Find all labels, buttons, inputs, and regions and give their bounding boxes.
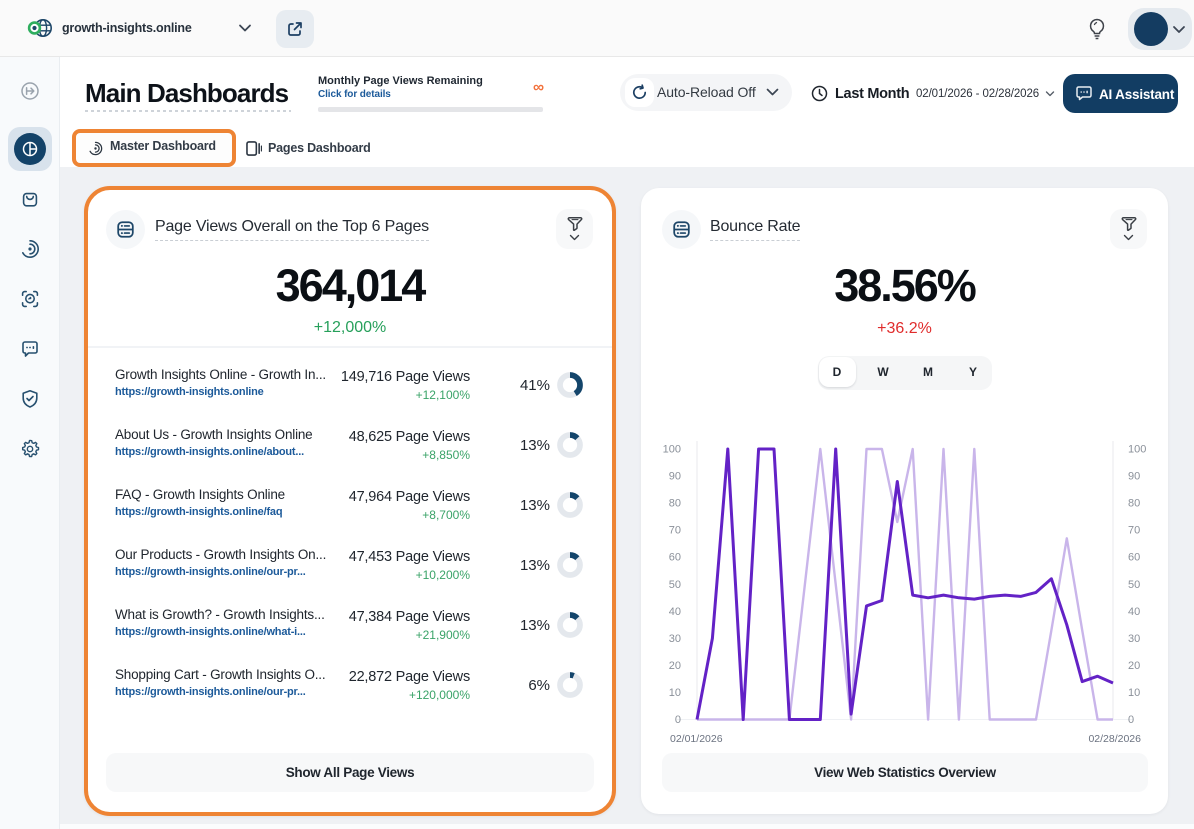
svg-text:60: 60: [669, 552, 681, 564]
svg-text:30: 30: [1128, 633, 1140, 645]
svg-text:0: 0: [1128, 714, 1134, 726]
svg-text:100: 100: [663, 444, 681, 456]
svg-text:60: 60: [1128, 552, 1140, 564]
svg-text:50: 50: [1128, 579, 1140, 591]
svg-text:30: 30: [669, 633, 681, 645]
svg-text:80: 80: [669, 498, 681, 510]
svg-text:10: 10: [669, 687, 681, 699]
svg-text:90: 90: [1128, 471, 1140, 483]
svg-text:20: 20: [669, 660, 681, 672]
svg-text:50: 50: [669, 579, 681, 591]
svg-text:20: 20: [1128, 660, 1140, 672]
svg-text:0: 0: [675, 714, 681, 726]
svg-text:02/01/2026: 02/01/2026: [670, 733, 723, 745]
svg-text:90: 90: [669, 471, 681, 483]
svg-text:100: 100: [1128, 444, 1146, 456]
svg-text:70: 70: [669, 525, 681, 537]
svg-text:40: 40: [1128, 606, 1140, 618]
svg-text:02/28/2026: 02/28/2026: [1088, 733, 1141, 745]
svg-text:70: 70: [1128, 525, 1140, 537]
svg-text:10: 10: [1128, 687, 1140, 699]
svg-text:40: 40: [669, 606, 681, 618]
svg-text:80: 80: [1128, 498, 1140, 510]
